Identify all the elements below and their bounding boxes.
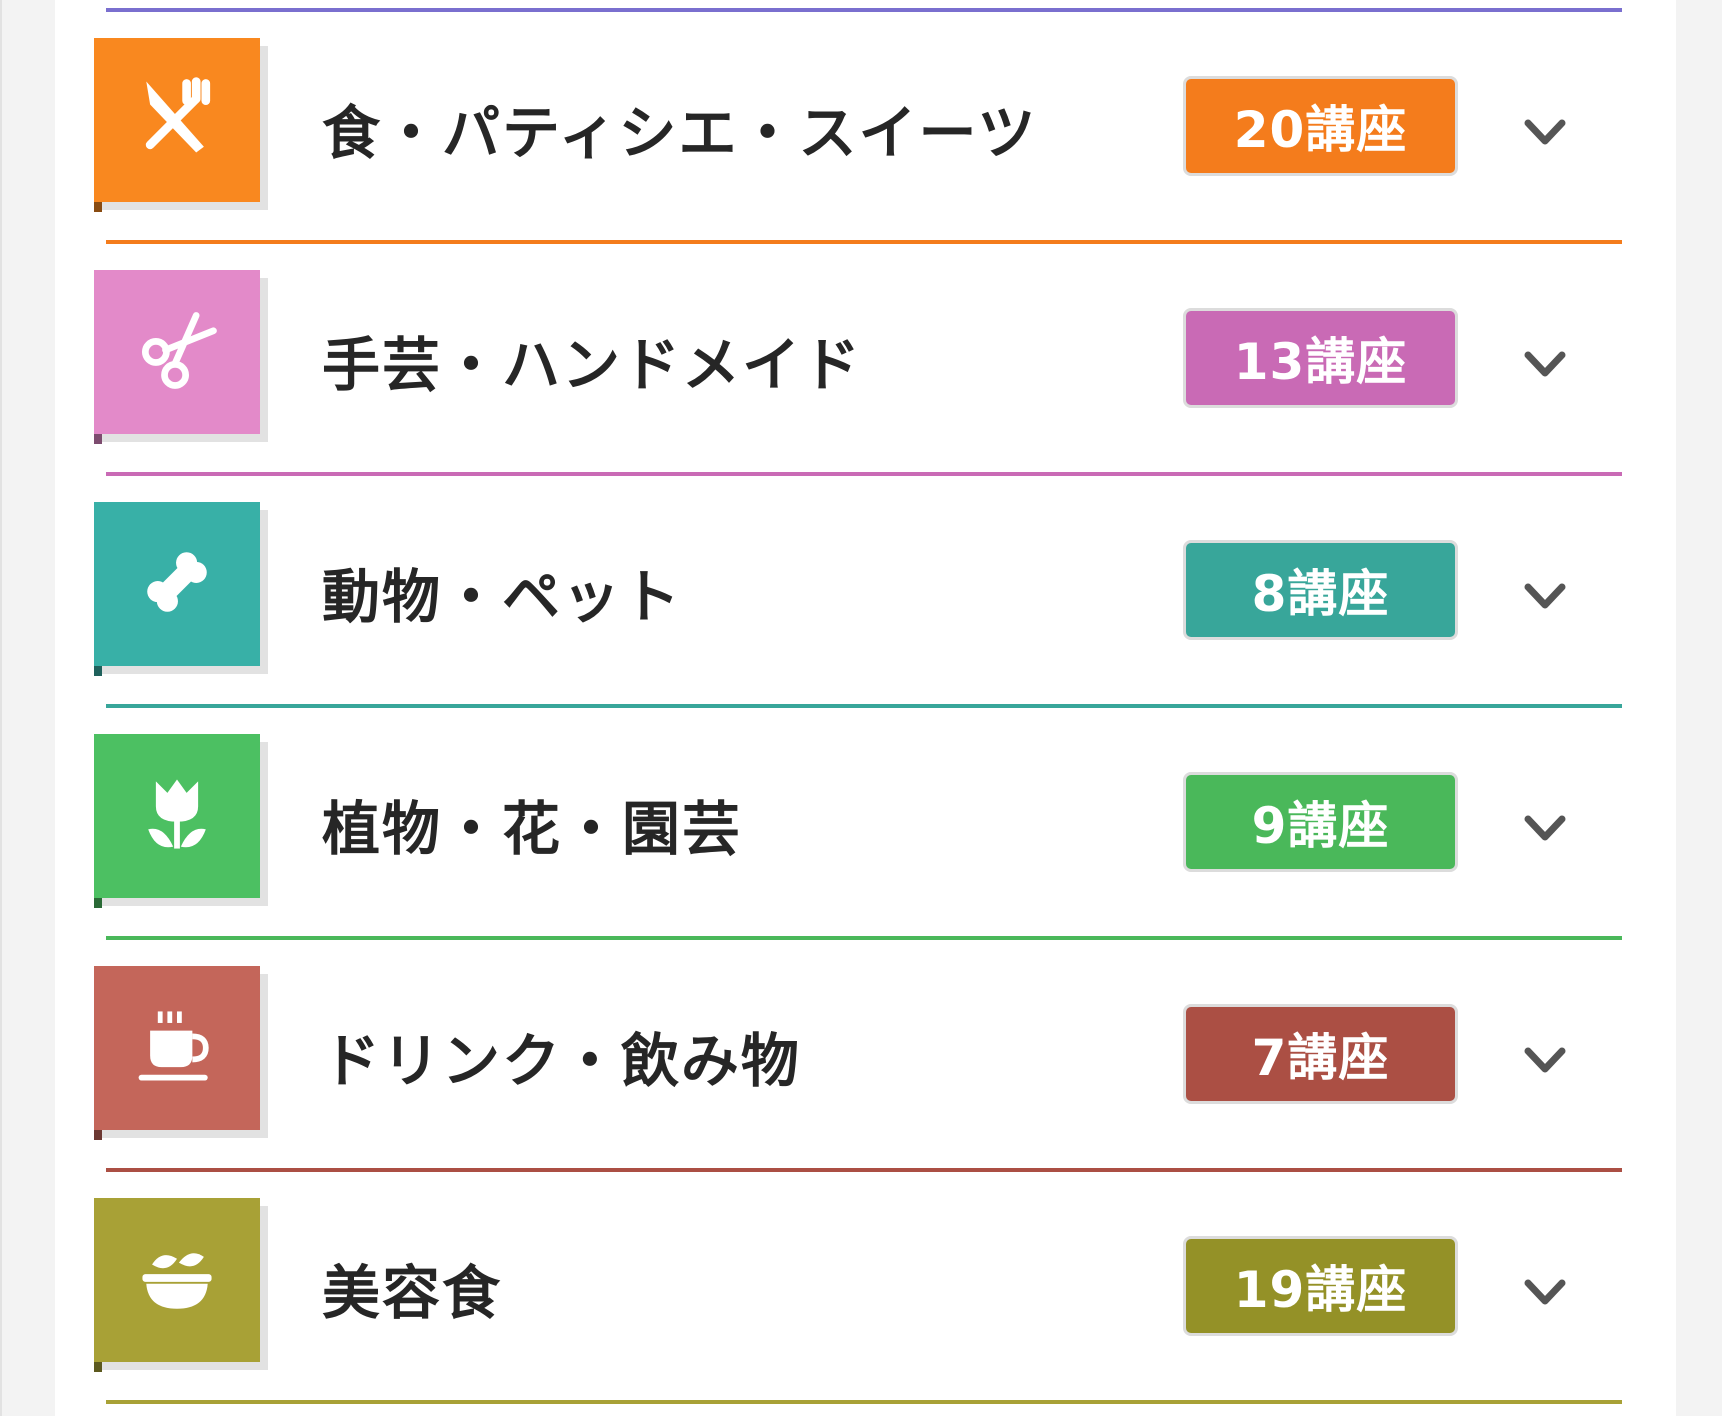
category-icon-tile [94,734,260,898]
category-title: 食・パティシエ・スイーツ [322,99,1038,167]
category-row-plants-flowers[interactable]: 植物・花・園芸 9講座 [0,708,1722,940]
course-count-badge[interactable]: 19講座 [1183,1236,1458,1336]
tulip-icon [129,766,225,866]
chevron-down-icon[interactable] [1520,339,1570,389]
category-row-animals-pets[interactable]: 動物・ペット 8講座 [0,476,1722,708]
course-count-badge[interactable]: 20講座 [1183,76,1458,176]
category-title: 美容食 [322,1259,503,1327]
chevron-down-icon[interactable] [1520,803,1570,853]
course-count-badge[interactable]: 13講座 [1183,308,1458,408]
category-title: 植物・花・園芸 [322,795,743,863]
page: 食・パティシエ・スイーツ 20講座 手芸・ハンドメイド 13講座 動物・ペット … [0,0,1722,1416]
course-count-badge[interactable]: 9講座 [1183,772,1458,872]
row-divider [106,1400,1622,1404]
category-icon-tile [94,502,260,666]
category-icon-tile [94,270,260,434]
category-icon-tile [94,38,260,202]
category-row-food-patissier[interactable]: 食・パティシエ・スイーツ 20講座 [0,12,1722,244]
category-title: 動物・ペット [322,563,683,631]
category-icon-tile [94,1198,260,1362]
course-count-badge[interactable]: 8講座 [1183,540,1458,640]
chevron-down-icon[interactable] [1520,1267,1570,1317]
course-count-badge[interactable]: 7講座 [1183,1004,1458,1104]
category-icon-tile [94,966,260,1130]
chevron-down-icon[interactable] [1520,1035,1570,1085]
fork-knife-icon [129,70,225,170]
category-row-handicraft[interactable]: 手芸・ハンドメイド 13講座 [0,244,1722,476]
salad-bowl-icon [129,1230,225,1330]
chevron-down-icon[interactable] [1520,107,1570,157]
coffee-cup-icon [129,998,225,1098]
category-title: ドリンク・飲み物 [322,1027,801,1095]
category-title: 手芸・ハンドメイド [322,331,863,399]
scissors-icon [129,302,225,402]
chevron-down-icon[interactable] [1520,571,1570,621]
bone-icon [129,534,225,634]
category-row-drinks[interactable]: ドリンク・飲み物 7講座 [0,940,1722,1172]
category-row-beauty-food[interactable]: 美容食 19講座 [0,1172,1722,1404]
